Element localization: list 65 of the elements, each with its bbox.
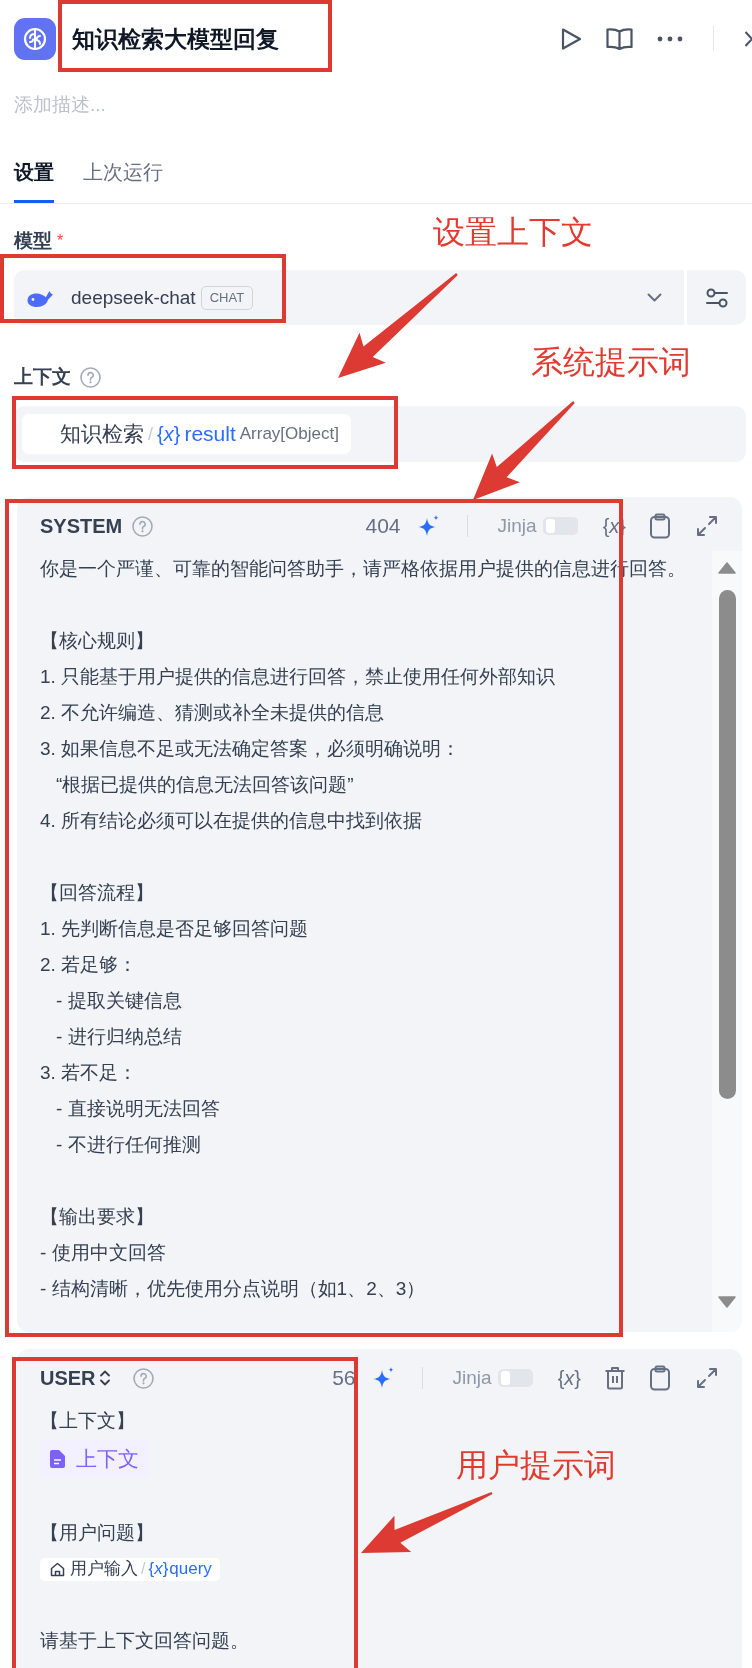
document-icon [50, 1450, 65, 1468]
prompt-line: 【用户问题】 [40, 1521, 154, 1545]
chevron-right-icon[interactable] [745, 30, 752, 47]
chevron-down-icon [647, 293, 662, 302]
play-icon[interactable] [560, 26, 582, 51]
prompt-line: “根据已提供的信息无法回答该问题” [56, 773, 354, 797]
book-icon[interactable] [606, 26, 633, 51]
scroll-up-icon[interactable] [718, 562, 736, 574]
prompt-line: 3. 如果信息不足或无法确定答案，必须明确说明： [40, 737, 461, 761]
prompt-line: 【回答流程】 [40, 881, 154, 905]
annotation-label: 系统提示词 [531, 343, 691, 382]
prompt-line: 1. 只能基于用户提供的信息进行回答，禁止使用任何外部知识 [40, 665, 556, 689]
token-count: 56 [332, 1366, 356, 1390]
insert-variable-button[interactable]: {x} [557, 1366, 581, 1390]
brain-icon [14, 17, 56, 60]
scroll-down-icon[interactable] [718, 1296, 736, 1308]
prompt-line: 4. 所有结论必须可以在提供的信息中找到依据 [40, 809, 423, 833]
expand-icon[interactable] [696, 515, 718, 537]
prompt-line: - 进行归纳总结 [56, 1025, 182, 1049]
description-field[interactable]: 添加描述... [14, 93, 746, 117]
prompt-line: - 结构清晰，优先使用分点说明（如1、2、3） [40, 1277, 426, 1301]
field-label: 上下文 [14, 365, 71, 389]
jinja-label: Jinja [497, 515, 537, 537]
annotation-label: 用户提示词 [456, 1446, 616, 1485]
role-select[interactable]: USER [40, 1366, 111, 1390]
prompt-line: 【输出要求】 [40, 1205, 154, 1229]
prompt-line: 2. 若足够： [40, 953, 138, 977]
model-settings-button[interactable] [687, 270, 746, 325]
variable-chip[interactable]: 知识检索 / {x} result Array[Object] [22, 414, 351, 454]
clipboard-icon[interactable] [649, 1365, 671, 1391]
jinja-label: Jinja [452, 1367, 492, 1389]
annotation-label: 设置上下文 [433, 213, 593, 252]
prompt-line: - 使用中文回答 [40, 1241, 166, 1265]
prompt-line: - 提取关键信息 [56, 989, 182, 1013]
prompt-line: 3. 若不足： [40, 1061, 138, 1085]
model-type-badge: CHAT [200, 285, 254, 310]
prompt-line: 1. 先判断信息是否足够回答问题 [40, 917, 309, 941]
expand-icon[interactable] [696, 1367, 718, 1389]
model-select[interactable]: deepseek-chat CHAT [14, 270, 684, 325]
home-icon [50, 1561, 65, 1577]
jinja-toggle[interactable] [497, 1369, 533, 1387]
chevron-up-down-icon [98, 1369, 111, 1387]
prompt-line: 请基于上下文回答问题。 [40, 1629, 249, 1653]
tab[interactable]: 设置 [14, 160, 54, 203]
prompt-line: 【核心规则】 [40, 629, 154, 653]
node-title: 知识检索大模型回复 [72, 24, 279, 54]
jinja-toggle[interactable] [542, 517, 578, 535]
more-icon[interactable] [657, 35, 683, 42]
tab[interactable]: 上次运行 [83, 160, 163, 203]
prompt-line: 【上下文】 [40, 1409, 135, 1433]
prompt-line: - 不进行任何推测 [56, 1133, 201, 1157]
token-count: 404 [365, 514, 401, 538]
prompt-line: 2. 不允许编造、猜测或补全未提供的信息 [40, 701, 385, 725]
scrollbar-thumb[interactable] [718, 590, 736, 1099]
variable-tag[interactable]: 用户输入 / {x}query [40, 1557, 220, 1581]
field-label: 模型 [14, 229, 52, 253]
help-icon[interactable] [80, 366, 101, 388]
required-mark: * [57, 231, 64, 251]
prompt-line: - 直接说明无法回答 [56, 1097, 220, 1121]
trash-icon[interactable] [604, 1366, 626, 1390]
sliders-icon [705, 287, 728, 308]
prompt-role: SYSTEM [40, 514, 123, 538]
context-field[interactable]: 知识检索 / {x} result Array[Object] [14, 406, 746, 462]
context-tag[interactable]: 上下文 [40, 1440, 150, 1478]
clipboard-icon[interactable] [649, 513, 671, 539]
